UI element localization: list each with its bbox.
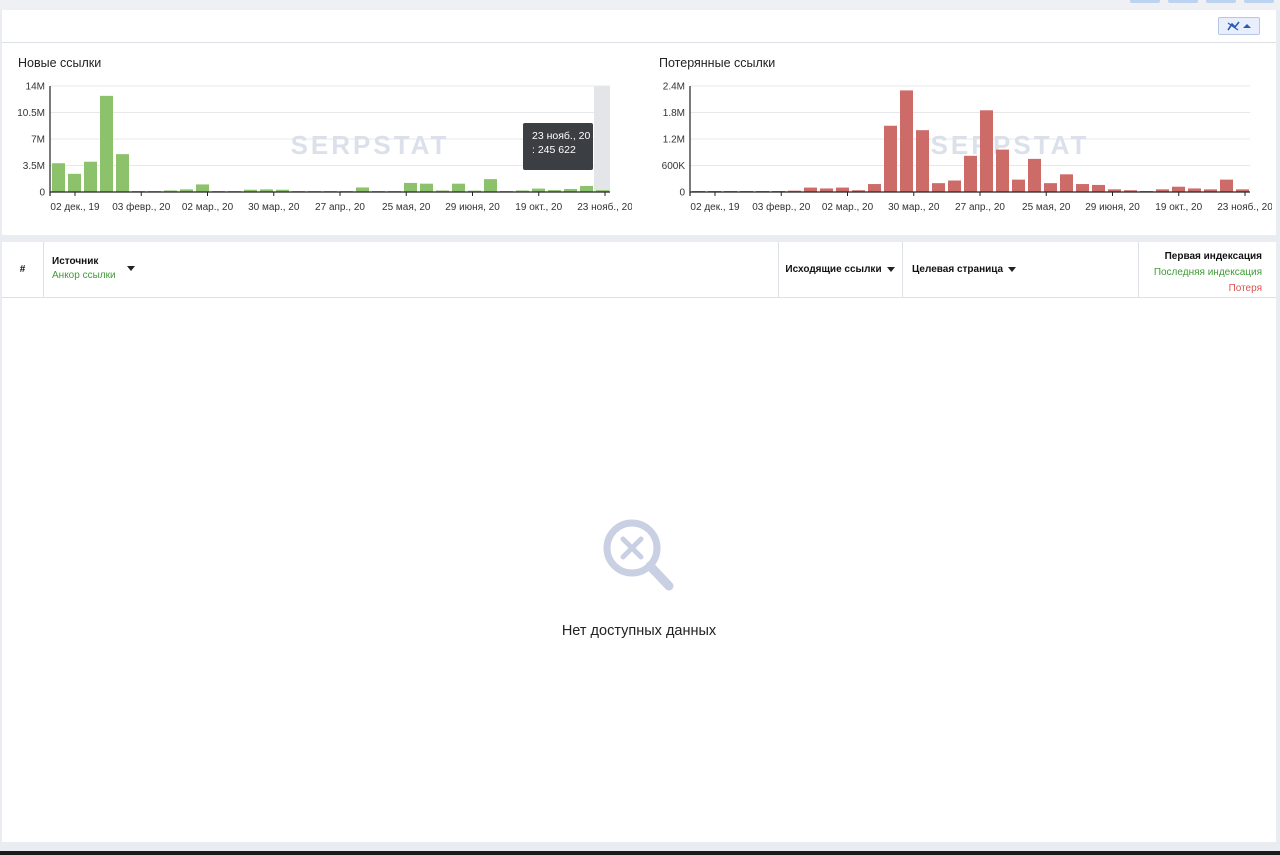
source-header: Источник — [52, 256, 99, 267]
bar — [1172, 186, 1185, 192]
top-header-strip — [0, 0, 1280, 10]
lost-links-title: Потерянные ссылки — [659, 56, 776, 70]
x-tick-label: 27 апр., 20 — [315, 202, 365, 213]
x-tick-label: 23 нояб., 20 — [1217, 201, 1272, 213]
bar — [52, 163, 65, 192]
outgoing-header: Исходящие ссылки — [785, 264, 882, 275]
bar — [980, 110, 993, 192]
bar — [1220, 179, 1233, 192]
lost-header: Потеря — [1228, 283, 1262, 294]
y-tick-label: 3.5M — [23, 161, 45, 172]
x-tick-label: 29 июня, 20 — [1085, 202, 1140, 213]
bar — [420, 183, 433, 192]
tooltip-date: 23 нояб., 20 — [532, 130, 591, 142]
no-results-search-icon — [603, 519, 674, 591]
bar — [884, 125, 897, 192]
sort-caret-icon[interactable] — [886, 266, 895, 272]
bar — [452, 183, 465, 192]
x-tick-label: 02 дек., 19 — [690, 202, 740, 213]
bar — [932, 183, 945, 192]
col-target[interactable]: Целевая страница — [912, 242, 1132, 297]
bar — [100, 95, 113, 192]
bar — [948, 180, 961, 192]
x-tick-label: 02 мар., 20 — [822, 202, 874, 213]
bar — [116, 154, 129, 192]
caret-up-icon — [1243, 24, 1251, 28]
bar — [996, 149, 1009, 192]
empty-message: Нет доступных данных — [561, 623, 717, 639]
new-links-title: Новые ссылки — [18, 56, 102, 70]
chart-type-toggle[interactable] — [1218, 17, 1260, 35]
y-tick-label: 1.8M — [663, 108, 685, 119]
y-tick-label: 7M — [31, 135, 45, 146]
y-tick-label: 0 — [679, 188, 685, 199]
line-chart-icon — [1227, 21, 1251, 31]
bar — [916, 130, 929, 192]
empty-state: Нет доступных данных — [2, 512, 1276, 639]
bar — [1092, 184, 1105, 192]
x-tick-label: 03 февр., 20 — [112, 201, 170, 213]
bar — [1044, 183, 1057, 192]
x-tick-label: 30 мар., 20 — [888, 202, 940, 213]
bottom-bar — [0, 851, 1280, 855]
bar — [964, 155, 977, 192]
y-tick-label: 10.5M — [17, 108, 45, 119]
header-button[interactable] — [1130, 0, 1160, 3]
col-number: # — [19, 264, 26, 275]
y-tick-label: 14M — [26, 82, 45, 93]
x-tick-label: 02 мар., 20 — [182, 202, 234, 213]
x-tick-label: 02 дек., 19 — [50, 202, 100, 213]
x-tick-label: 25 мая, 20 — [1022, 202, 1071, 213]
y-tick-label: 0 — [39, 188, 45, 199]
x-tick-label: 23 нояб., 20 — [577, 201, 632, 213]
bar — [356, 187, 369, 192]
bar — [1028, 158, 1041, 192]
bar — [900, 90, 913, 192]
y-tick-label: 2.4M — [663, 82, 685, 93]
bar — [1076, 184, 1089, 192]
bar — [804, 187, 817, 192]
bar — [84, 161, 97, 192]
header-button[interactable] — [1244, 0, 1274, 3]
bar — [1060, 174, 1073, 192]
table-header: # Источник Анкор ссылки Исходящие ссылки… — [2, 242, 1276, 298]
header-button[interactable] — [1168, 0, 1198, 3]
charts-toolbar — [2, 10, 1276, 43]
col-source[interactable]: Источник Анкор ссылки — [52, 242, 772, 297]
sort-caret-icon[interactable] — [127, 266, 135, 271]
bar — [868, 184, 881, 192]
bar — [196, 184, 209, 192]
bar — [836, 187, 849, 192]
hover-band — [594, 86, 610, 192]
col-outgoing[interactable]: Исходящие ссылки — [778, 242, 902, 297]
x-tick-label: 25 мая, 20 — [382, 202, 431, 213]
x-tick-label: 30 мар., 20 — [248, 202, 300, 213]
bar — [404, 182, 417, 192]
x-tick-label: 19 окт., 20 — [515, 202, 562, 213]
bar — [580, 185, 593, 192]
first-index-header: Первая индексация — [1164, 251, 1262, 262]
header-button[interactable] — [1206, 0, 1236, 3]
y-tick-label: 600K — [662, 161, 686, 172]
x-tick-label: 19 окт., 20 — [1155, 202, 1202, 213]
x-tick-label: 29 июня, 20 — [445, 202, 500, 213]
x-tick-label: 03 февр., 20 — [752, 201, 810, 213]
lost-links-chart: 0 600K 1.2M 1.8M 2.4M SERPSTAT 02 дек., 19 03 ф… — [662, 82, 1272, 213]
last-index-header: Последняя индексация — [1153, 267, 1262, 278]
charts-panel: Новые ссылки 0 3.5M 7M 10.5M 14M SERPSTAT 02 д… — [2, 10, 1276, 235]
watermark: SERPSTAT — [931, 130, 1090, 160]
col-dates[interactable]: Первая индексация Последняя индексация П… — [1138, 242, 1262, 297]
target-header: Целевая страница — [912, 264, 1004, 275]
tooltip-value: : 245 622 — [532, 144, 576, 156]
bar — [68, 173, 81, 192]
y-tick-label: 1.2M — [663, 135, 685, 146]
bar — [1012, 179, 1025, 192]
backlinks-table: # Источник Анкор ссылки Исходящие ссылки… — [2, 242, 1276, 842]
watermark: SERPSTAT — [291, 130, 450, 160]
sort-caret-icon[interactable] — [1008, 266, 1017, 272]
bar — [484, 179, 497, 192]
chart-tooltip: 23 нояб., 20 : 245 622 — [523, 123, 593, 170]
x-tick-label: 27 апр., 20 — [955, 202, 1005, 213]
anchor-header: Анкор ссылки — [52, 270, 116, 281]
